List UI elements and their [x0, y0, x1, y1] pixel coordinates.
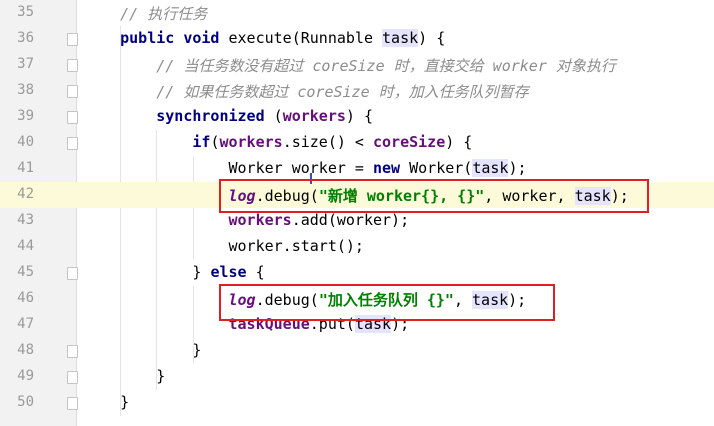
line-number: 38 [17, 82, 34, 98]
code-line[interactable]: 40 if(workers.size() < coreSize) { [0, 130, 714, 156]
code-text[interactable]: worker.start(); [84, 237, 363, 255]
code-text[interactable]: Worker worker = new Worker(task); [84, 159, 527, 177]
code-line[interactable]: 49 } [0, 364, 714, 390]
line-number: 35 [17, 4, 34, 20]
line-number: 48 [17, 342, 34, 358]
line-number: 41 [17, 160, 34, 176]
line-number: 40 [17, 134, 34, 150]
highlight-box-line-46 [219, 284, 555, 321]
code-line[interactable]: 38 // 如果任务数超过 coreSize 时，加入任务队列暂存 [0, 78, 714, 104]
fold-marker-icon[interactable] [67, 397, 78, 410]
fold-marker-icon[interactable] [67, 85, 78, 98]
code-line[interactable]: 48 } [0, 338, 714, 364]
code-text[interactable]: } [84, 393, 129, 411]
line-number: 39 [17, 108, 34, 124]
code-text[interactable]: } [84, 367, 165, 385]
code-text[interactable]: workers.add(worker); [84, 211, 410, 229]
code-line[interactable]: 35 // 执行任务 [0, 0, 714, 26]
line-number: 47 [17, 316, 34, 332]
line-number: 49 [17, 368, 34, 384]
code-line[interactable]: 36 public void execute(Runnable task) { [0, 26, 714, 52]
line-number: 37 [17, 56, 34, 72]
fold-marker-icon[interactable] [67, 345, 78, 358]
code-text[interactable]: // 如果任务数超过 coreSize 时，加入任务队列暂存 [84, 81, 529, 102]
comment: // 当任务数没有超过 coreSize 时，直接交给 worker 对象执行 [84, 57, 616, 75]
fold-marker-icon[interactable] [67, 267, 78, 280]
code-line[interactable]: 45 } else { [0, 260, 714, 286]
fold-marker-icon[interactable] [67, 137, 78, 150]
fold-marker-icon[interactable] [67, 33, 78, 46]
code-line[interactable]: 50 } [0, 390, 714, 416]
line-number: 46 [17, 290, 34, 306]
code-text[interactable]: synchronized (workers) { [84, 107, 373, 125]
fold-marker-icon[interactable] [67, 59, 78, 72]
comment: // 执行任务 [84, 5, 208, 23]
code-line[interactable]: 39 synchronized (workers) { [0, 104, 714, 130]
code-text[interactable]: } [84, 341, 201, 359]
code-text[interactable]: // 当任务数没有超过 coreSize 时，直接交给 worker 对象执行 [84, 55, 616, 76]
highlight-box-line-42 [219, 179, 649, 213]
line-number: 44 [17, 238, 34, 254]
code-line[interactable]: 44 worker.start(); [0, 234, 714, 260]
fold-marker-icon[interactable] [67, 371, 78, 384]
comment: // 如果任务数超过 coreSize 时，加入任务队列暂存 [84, 83, 529, 101]
line-number: 50 [17, 394, 34, 410]
fold-marker-icon[interactable] [67, 111, 78, 124]
code-text[interactable]: // 执行任务 [84, 3, 207, 24]
code-text[interactable]: if(workers.size() < coreSize) { [84, 133, 472, 151]
code-line[interactable]: 37 // 当任务数没有超过 coreSize 时，直接交给 worker 对象… [0, 52, 714, 78]
code-text[interactable]: } else { [84, 263, 264, 281]
line-number: 42 [17, 186, 34, 202]
line-number: 43 [17, 212, 34, 228]
code-text[interactable]: public void execute(Runnable task) { [84, 29, 445, 47]
line-number: 36 [17, 30, 34, 46]
line-number: 45 [17, 264, 34, 280]
